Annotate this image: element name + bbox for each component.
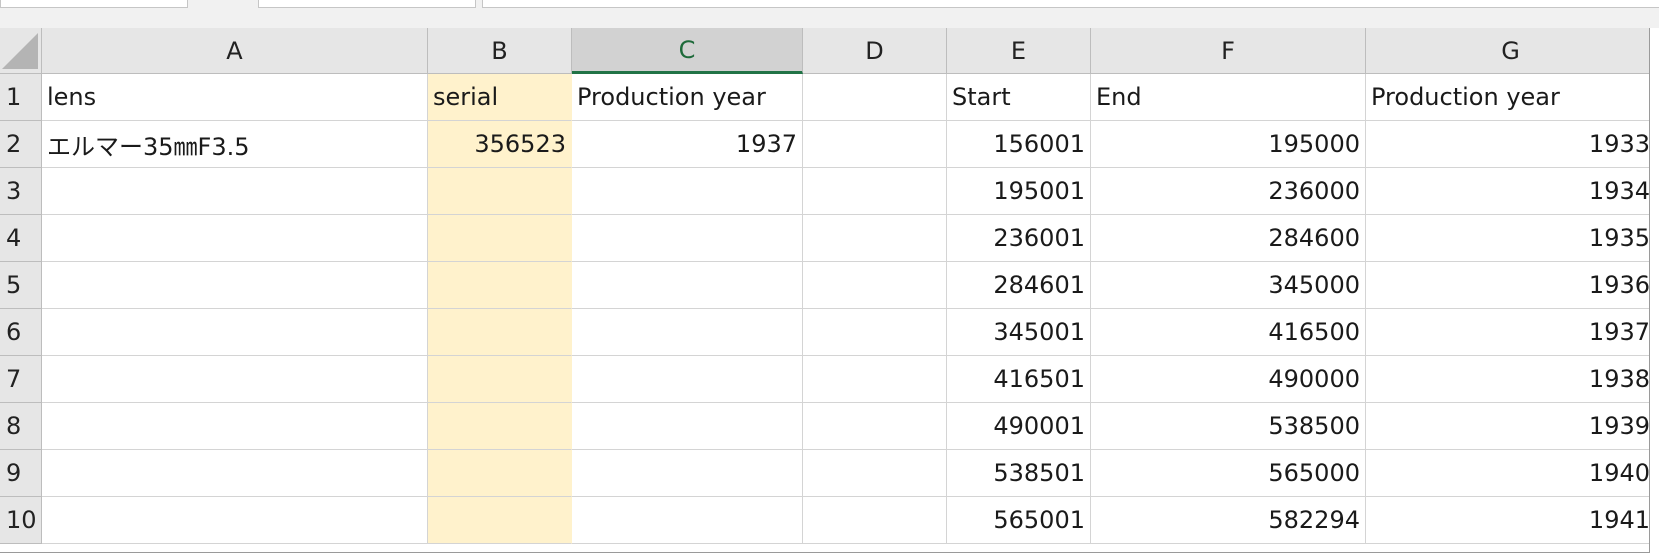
row-header-3[interactable]: 3 [0,168,42,215]
cell-f1[interactable]: End [1091,74,1366,121]
cell-d10[interactable] [803,497,947,544]
cell-e7[interactable]: 416501 [947,356,1091,403]
cell-b7[interactable] [428,356,572,403]
cell-b5[interactable] [428,262,572,309]
column-header-e[interactable]: E [947,28,1091,74]
cell-d9[interactable] [803,450,947,497]
select-all-triangle-icon [2,33,38,69]
cell-a6[interactable] [42,309,428,356]
cell-a1[interactable]: lens [42,74,428,121]
cell-d7[interactable] [803,356,947,403]
cell-d8[interactable] [803,403,947,450]
cell-e1[interactable]: Start [947,74,1091,121]
cell-b1[interactable]: serial [428,74,572,121]
cell-b4[interactable] [428,215,572,262]
column-header-d[interactable]: D [803,28,947,74]
cell-f8[interactable]: 538500 [1091,403,1366,450]
cell-e3[interactable]: 195001 [947,168,1091,215]
cell-f2[interactable]: 195000 [1091,121,1366,168]
cell-c9[interactable] [572,450,803,497]
cell-g2[interactable]: 1933 [1366,121,1649,168]
cell-c2[interactable]: 1937 [572,121,803,168]
cell-a10[interactable] [42,497,428,544]
cell-f10[interactable]: 582294 [1091,497,1366,544]
cell-f9[interactable]: 565000 [1091,450,1366,497]
worksheet-grid: A B C D E F G 1 lens serial Production year Start En… [0,28,1650,553]
row-header-5[interactable]: 5 [0,262,42,309]
row-header-9[interactable]: 9 [0,450,42,497]
cell-a8[interactable] [42,403,428,450]
cell-b8[interactable] [428,403,572,450]
column-header-a[interactable]: A [42,28,428,74]
row-header-2[interactable]: 2 [0,121,42,168]
cell-b3[interactable] [428,168,572,215]
cell-c7[interactable] [572,356,803,403]
spreadsheet-window: A B C D E F G 1 lens serial Production year Start En… [0,0,1659,558]
cell-d4[interactable] [803,215,947,262]
cell-g10[interactable]: 1941 [1366,497,1649,544]
row-header-6[interactable]: 6 [0,309,42,356]
row-header-1[interactable]: 1 [0,74,42,121]
cell-c8[interactable] [572,403,803,450]
row-header-8[interactable]: 8 [0,403,42,450]
cell-d6[interactable] [803,309,947,356]
cell-a7[interactable] [42,356,428,403]
cell-f3[interactable]: 236000 [1091,168,1366,215]
column-header-c[interactable]: C [572,28,803,74]
select-all-corner[interactable] [0,28,42,74]
cell-b2[interactable]: 356523 [428,121,572,168]
row-header-4[interactable]: 4 [0,215,42,262]
cell-a3[interactable] [42,168,428,215]
cell-e6[interactable]: 345001 [947,309,1091,356]
name-box[interactable] [0,0,188,8]
cell-e2[interactable]: 156001 [947,121,1091,168]
formula-bar-strip [0,0,1659,28]
cell-g1[interactable]: Production year [1366,74,1649,121]
cell-g6[interactable]: 1937 [1366,309,1649,356]
cell-c4[interactable] [572,215,803,262]
row-header-10[interactable]: 10 [0,497,42,544]
formula-input[interactable] [482,0,1659,8]
cell-d2[interactable] [803,121,947,168]
column-header-g[interactable]: G [1366,28,1649,74]
cell-g3[interactable]: 1934 [1366,168,1649,215]
cell-a5[interactable] [42,262,428,309]
cell-g4[interactable]: 1935 [1366,215,1649,262]
cell-g7[interactable]: 1938 [1366,356,1649,403]
formula-bar-button-area[interactable] [258,0,476,8]
column-header-b[interactable]: B [428,28,572,74]
cell-b10[interactable] [428,497,572,544]
cell-f5[interactable]: 345000 [1091,262,1366,309]
cell-e8[interactable]: 490001 [947,403,1091,450]
cell-g8[interactable]: 1939 [1366,403,1649,450]
cell-b9[interactable] [428,450,572,497]
cell-c5[interactable] [572,262,803,309]
row-header-7[interactable]: 7 [0,356,42,403]
cell-a2[interactable]: エルマー35㎜F3.5 [42,121,428,168]
cell-f6[interactable]: 416500 [1091,309,1366,356]
cell-c6[interactable] [572,309,803,356]
cell-d3[interactable] [803,168,947,215]
cell-e5[interactable]: 284601 [947,262,1091,309]
cell-c10[interactable] [572,497,803,544]
column-header-f[interactable]: F [1091,28,1366,74]
cell-b6[interactable] [428,309,572,356]
cell-c3[interactable] [572,168,803,215]
cell-f7[interactable]: 490000 [1091,356,1366,403]
cell-g9[interactable]: 1940 [1366,450,1649,497]
cell-d5[interactable] [803,262,947,309]
cell-d1[interactable] [803,74,947,121]
cell-c1[interactable]: Production year [572,74,803,121]
cell-a4[interactable] [42,215,428,262]
cell-e10[interactable]: 565001 [947,497,1091,544]
cell-f4[interactable]: 284600 [1091,215,1366,262]
cell-e9[interactable]: 538501 [947,450,1091,497]
cell-g5[interactable]: 1936 [1366,262,1649,309]
cell-e4[interactable]: 236001 [947,215,1091,262]
cell-a9[interactable] [42,450,428,497]
